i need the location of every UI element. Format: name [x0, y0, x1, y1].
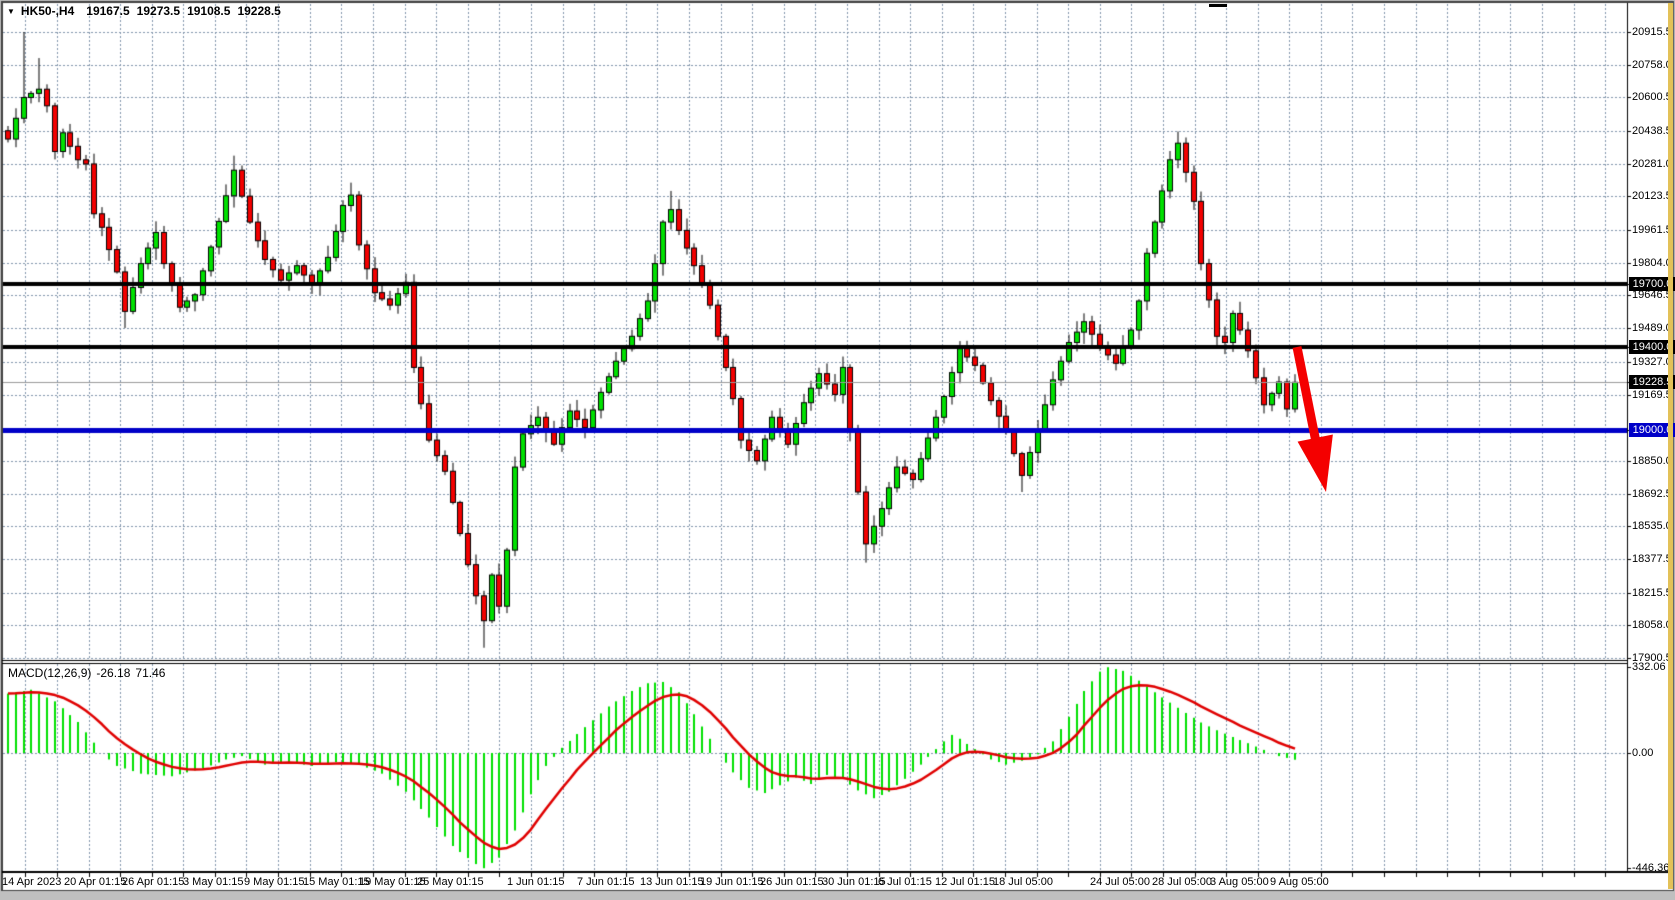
time-tick-label: 9 May 01:15: [244, 876, 305, 888]
time-tick-label: 18 Jul 05:00: [993, 876, 1053, 888]
price-tick-label: 18850.0: [1632, 455, 1672, 467]
price-tick-label: 19804.0: [1632, 257, 1672, 269]
symbol-dropdown-icon[interactable]: ▼: [7, 7, 15, 16]
drawing-object-anchor: [1209, 4, 1227, 7]
time-tick-label: 19 May 01:15: [359, 876, 426, 888]
ohlc-open-value: 19167.5: [86, 4, 129, 18]
time-tick-label: 28 Jul 05:00: [1152, 876, 1212, 888]
time-tick-label: 25 May 01:15: [417, 876, 484, 888]
time-tick-label: 7 Jun 01:15: [577, 876, 635, 888]
ohlc-low-value: 19108.5: [187, 4, 230, 18]
price-tick-label: 18692.5: [1632, 488, 1672, 500]
time-tick-label: 14 Apr 2023: [2, 876, 61, 888]
time-tick-label: 26 Apr 01:15: [122, 876, 184, 888]
time-tick-label: 19 Jun 01:15: [700, 876, 764, 888]
ohlc-close-value: 19228.5: [237, 4, 280, 18]
time-tick-label: 9 Aug 05:00: [1270, 876, 1329, 888]
chart-window: ▼ HK50-,H4 19167.5 19273.5 19108.5 19228.5 MA…: [0, 0, 1675, 900]
price-tick-label: 18215.5: [1632, 587, 1672, 599]
chart-canvas[interactable]: [0, 0, 1675, 900]
macd-current-value: -26.18: [96, 666, 130, 680]
price-tick-label: 18058.0: [1632, 619, 1672, 631]
macd-signal-value: 71.46: [135, 666, 165, 680]
time-tick-label: 13 Jun 01:15: [640, 876, 704, 888]
price-tick-label: 20915.5: [1632, 26, 1672, 38]
time-tick-label: 3 Aug 05:00: [1210, 876, 1269, 888]
ohlc-high-value: 19273.5: [137, 4, 180, 18]
macd-indicator-label: MACD(12,26,9) -26.18 71.46: [8, 666, 170, 680]
chart-symbol-info: ▼ HK50-,H4 19167.5 19273.5 19108.5 19228.5: [7, 4, 288, 18]
macd-tick-label: -446.36: [1632, 862, 1669, 874]
price-tick-label: 19489.0: [1632, 322, 1672, 334]
time-tick-label: 26 Jun 01:15: [760, 876, 824, 888]
price-tick-label: 18377.5: [1632, 553, 1672, 565]
price-tick-label: 18535.0: [1632, 520, 1672, 532]
macd-indicator-name: MACD(12,26,9): [8, 666, 91, 680]
time-tick-label: 24 Jul 05:00: [1090, 876, 1150, 888]
price-tick-label: 19961.5: [1632, 224, 1672, 236]
time-tick-label: 20 Apr 01:15: [64, 876, 126, 888]
macd-tick-label: 0.00: [1632, 747, 1653, 759]
symbol-period-label: HK50-,H4: [21, 4, 74, 18]
price-tick-label: 20123.5: [1632, 190, 1672, 202]
price-tick-label: 20438.5: [1632, 125, 1672, 137]
price-tick-label: 19169.5: [1632, 389, 1672, 401]
time-tick-label: 12 Jul 01:15: [935, 876, 995, 888]
price-tick-label: 19327.0: [1632, 356, 1672, 368]
window-edge-highlight: [1668, 3, 1673, 889]
price-tick-label: 20600.5: [1632, 91, 1672, 103]
price-tick-label: 20758.0: [1632, 59, 1672, 71]
time-tick-label: 3 May 01:15: [183, 876, 244, 888]
time-tick-label: 6 Jul 01:15: [878, 876, 932, 888]
price-tick-label: 20281.0: [1632, 158, 1672, 170]
time-tick-label: 1 Jun 01:15: [507, 876, 565, 888]
time-tick-label: 30 Jun 01:15: [822, 876, 886, 888]
macd-tick-label: 332.06: [1632, 661, 1666, 673]
